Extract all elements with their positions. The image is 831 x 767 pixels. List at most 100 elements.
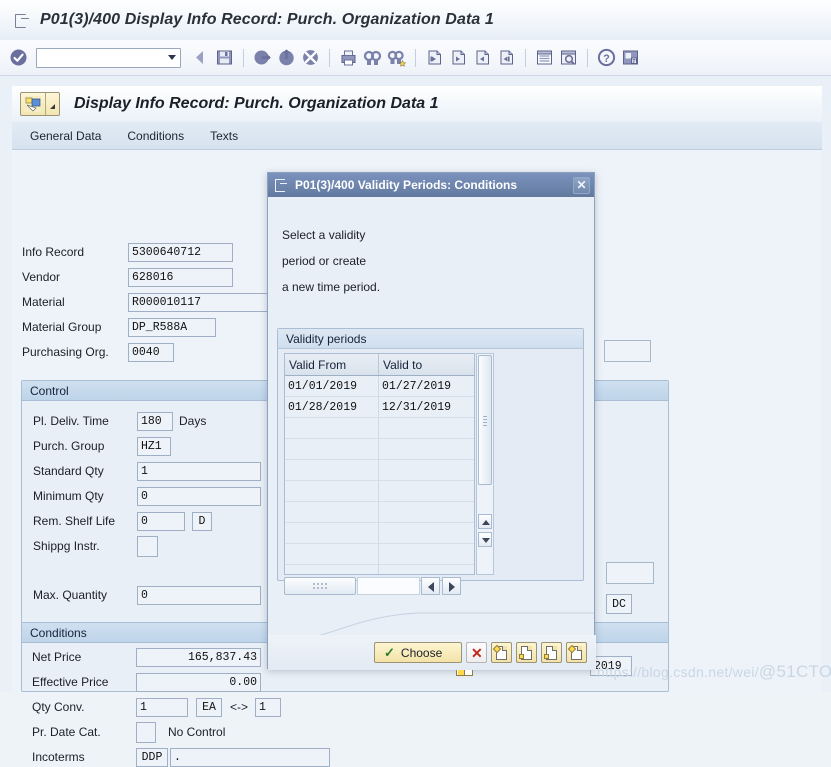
next-page-icon[interactable]: [472, 47, 493, 68]
table-horizontal-scrollbar[interactable]: [284, 577, 494, 597]
last-page-icon[interactable]: [496, 47, 517, 68]
table-row-empty[interactable]: [285, 544, 474, 565]
field-purchasing-org: Purchasing Org.: [22, 342, 174, 362]
screen-header: Display Info Record: Purch. Organization…: [12, 86, 822, 122]
field-info-record: Info Record: [22, 242, 233, 262]
purchasing-org-input[interactable]: [128, 342, 174, 362]
incoterms-input[interactable]: [136, 747, 168, 767]
dialog-title-bar: P01(3)/400 Validity Periods: Conditions …: [268, 173, 594, 197]
print-icon[interactable]: [338, 47, 359, 68]
window-title-bar: P01(3)/400 Display Info Record: Purch. O…: [0, 0, 831, 40]
previous-page-icon[interactable]: [448, 47, 469, 68]
scroll-left-icon[interactable]: [421, 577, 440, 595]
first-page-icon[interactable]: [424, 47, 445, 68]
delete-period-button[interactable]: [541, 642, 562, 663]
copy-period-button[interactable]: [516, 642, 537, 663]
chevron-down-icon[interactable]: [168, 54, 176, 60]
close-icon[interactable]: ✕: [573, 176, 590, 194]
control-right-code-input[interactable]: [606, 594, 632, 614]
table-row-empty[interactable]: [285, 523, 474, 544]
field-label: Net Price: [32, 650, 82, 664]
info-record-input[interactable]: [128, 242, 233, 262]
table-vertical-scrollbar[interactable]: [476, 353, 494, 575]
toolbar-separator: [329, 48, 330, 67]
cancel-icon[interactable]: [276, 47, 297, 68]
main-toolbar: ?: [0, 40, 831, 76]
right-hidden-input[interactable]: [604, 340, 651, 362]
qty-conv-input[interactable]: [136, 697, 188, 717]
field-label: Effective Price: [32, 675, 109, 689]
tab-strip: General Data Conditions Texts: [12, 122, 822, 150]
pr-date-cat-input[interactable]: [136, 721, 156, 743]
pl-deliv-time-input[interactable]: [137, 411, 173, 431]
table-row-empty[interactable]: [285, 565, 474, 574]
save-icon[interactable]: [214, 47, 235, 68]
table-settings-button[interactable]: [284, 577, 356, 595]
effective-price-input[interactable]: [136, 672, 261, 692]
table-row-empty[interactable]: [285, 418, 474, 439]
create-new-period-button[interactable]: [491, 642, 512, 663]
red-x-icon: ✕: [471, 645, 483, 661]
rem-shelf-life-input[interactable]: [137, 511, 185, 531]
tab-texts[interactable]: Texts: [210, 129, 238, 143]
qty-conv-unit-input[interactable]: [196, 697, 222, 717]
enter-check-icon[interactable]: [8, 47, 29, 68]
scrollbar-track[interactable]: [357, 577, 420, 595]
customize-layout-icon[interactable]: [620, 47, 641, 68]
qty-conv-operator: <->: [230, 700, 249, 714]
table-row-empty[interactable]: [285, 502, 474, 523]
scroll-down-icon[interactable]: [478, 532, 492, 547]
choose-button[interactable]: ✓ Choose: [374, 642, 462, 663]
cancel-button[interactable]: ✕: [466, 642, 487, 663]
shippg-instr-input[interactable]: [137, 535, 158, 557]
qty-conv-input-2[interactable]: [255, 697, 282, 717]
control-right-input[interactable]: [606, 562, 654, 584]
field-label: Material Group: [22, 320, 102, 334]
scroll-right-icon[interactable]: [442, 577, 461, 595]
purch-group-input[interactable]: [137, 436, 171, 456]
end-transaction-icon[interactable]: [300, 47, 321, 68]
column-header-valid-to[interactable]: Valid to: [379, 354, 474, 375]
command-input[interactable]: [36, 47, 181, 68]
incoterms-text-input[interactable]: [170, 747, 330, 767]
dropdown-triangle-icon[interactable]: [46, 93, 59, 115]
cell-valid-from: 01/28/2019: [285, 397, 380, 417]
net-price-input[interactable]: [136, 647, 261, 667]
create-session-icon[interactable]: [534, 47, 555, 68]
field-qty-conv: Qty Conv. <->: [32, 697, 282, 717]
table-row[interactable]: 01/28/2019 12/31/2019: [285, 397, 474, 418]
field-purch-group: Purch. Group: [33, 436, 171, 456]
field-label: Incoterms: [32, 750, 85, 764]
other-period-button[interactable]: [566, 642, 587, 663]
find-next-icon[interactable]: [386, 47, 407, 68]
rem-shelf-life-unit-input[interactable]: [192, 511, 212, 531]
field-label: Shippg Instr.: [33, 539, 100, 553]
tab-conditions[interactable]: Conditions: [127, 129, 184, 143]
field-pr-date-cat: Pr. Date Cat. No Control: [32, 721, 225, 743]
max-quantity-input[interactable]: [137, 585, 261, 605]
exit-icon[interactable]: [252, 47, 273, 68]
table-row-empty[interactable]: [285, 460, 474, 481]
watermark-brand: @51CTO: [758, 662, 831, 681]
back-icon[interactable]: [190, 47, 211, 68]
scroll-up-icon[interactable]: [478, 514, 492, 529]
column-header-valid-from[interactable]: Valid From: [285, 354, 380, 375]
field-material-group: Material Group: [22, 317, 216, 337]
vendor-input[interactable]: [128, 267, 233, 287]
table-header-row: Valid From Valid to: [285, 354, 474, 376]
field-label: Purchasing Org.: [22, 345, 109, 359]
field-label: Vendor: [22, 270, 61, 284]
table-row-empty[interactable]: [285, 481, 474, 502]
dialog-instruction-line-3: a new time period.: [282, 280, 381, 294]
tab-general-data[interactable]: General Data: [30, 129, 101, 143]
minimum-qty-input[interactable]: [137, 486, 261, 506]
table-row-empty[interactable]: [285, 439, 474, 460]
find-icon[interactable]: [362, 47, 383, 68]
table-row[interactable]: 01/01/2019 01/27/2019: [285, 376, 474, 397]
info-record-icon[interactable]: [20, 92, 60, 116]
standard-qty-input[interactable]: [137, 461, 261, 481]
create-shortcut-icon[interactable]: [558, 47, 579, 68]
material-group-input[interactable]: [128, 317, 216, 337]
help-icon[interactable]: ?: [596, 47, 617, 68]
toolbar-separator: [415, 48, 416, 67]
